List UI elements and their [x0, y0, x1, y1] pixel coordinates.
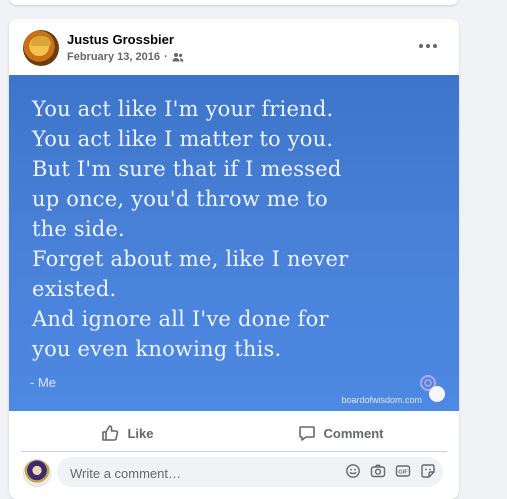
camera-icon[interactable]: [370, 463, 386, 479]
watermark: boardofwisdom.com: [341, 395, 422, 405]
post-card: Justus Grossbier February 13, 2016 · You…: [9, 19, 459, 499]
post-date[interactable]: February 13, 2016: [67, 51, 160, 63]
like-button[interactable]: Like: [21, 415, 234, 451]
comment-input[interactable]: [68, 457, 332, 489]
more-options-button[interactable]: [413, 37, 443, 55]
quote-text: You act like I'm your friend. You act li…: [32, 97, 349, 361]
thumbs-up-icon: [102, 425, 119, 441]
comment-label: Comment: [323, 425, 384, 441]
sticker-icon[interactable]: [420, 463, 436, 479]
post-actions: Like Comment: [21, 415, 447, 452]
post-image[interactable]: You act like I'm your friend. You act li…: [9, 75, 459, 411]
comment-icon: [298, 426, 315, 441]
previous-post-card: [9, 0, 459, 5]
more-horizontal-icon: [419, 44, 423, 48]
comment-button[interactable]: Comment: [234, 415, 447, 451]
author-avatar[interactable]: [23, 30, 59, 66]
post-meta: February 13, 2016 ·: [67, 51, 184, 63]
quote-attribution: - Me: [30, 375, 56, 390]
composer-icons: GIF: [345, 463, 436, 479]
svg-text:GIF: GIF: [398, 469, 408, 475]
author-name[interactable]: Justus Grossbier: [67, 32, 174, 47]
emoji-icon[interactable]: [345, 463, 361, 479]
like-label: Like: [127, 425, 154, 441]
comment-composer: GIF: [57, 457, 443, 489]
meta-separator: ·: [163, 51, 168, 63]
viewer-avatar[interactable]: [23, 459, 51, 487]
friends-icon[interactable]: [172, 52, 184, 62]
gif-icon[interactable]: GIF: [395, 463, 411, 479]
